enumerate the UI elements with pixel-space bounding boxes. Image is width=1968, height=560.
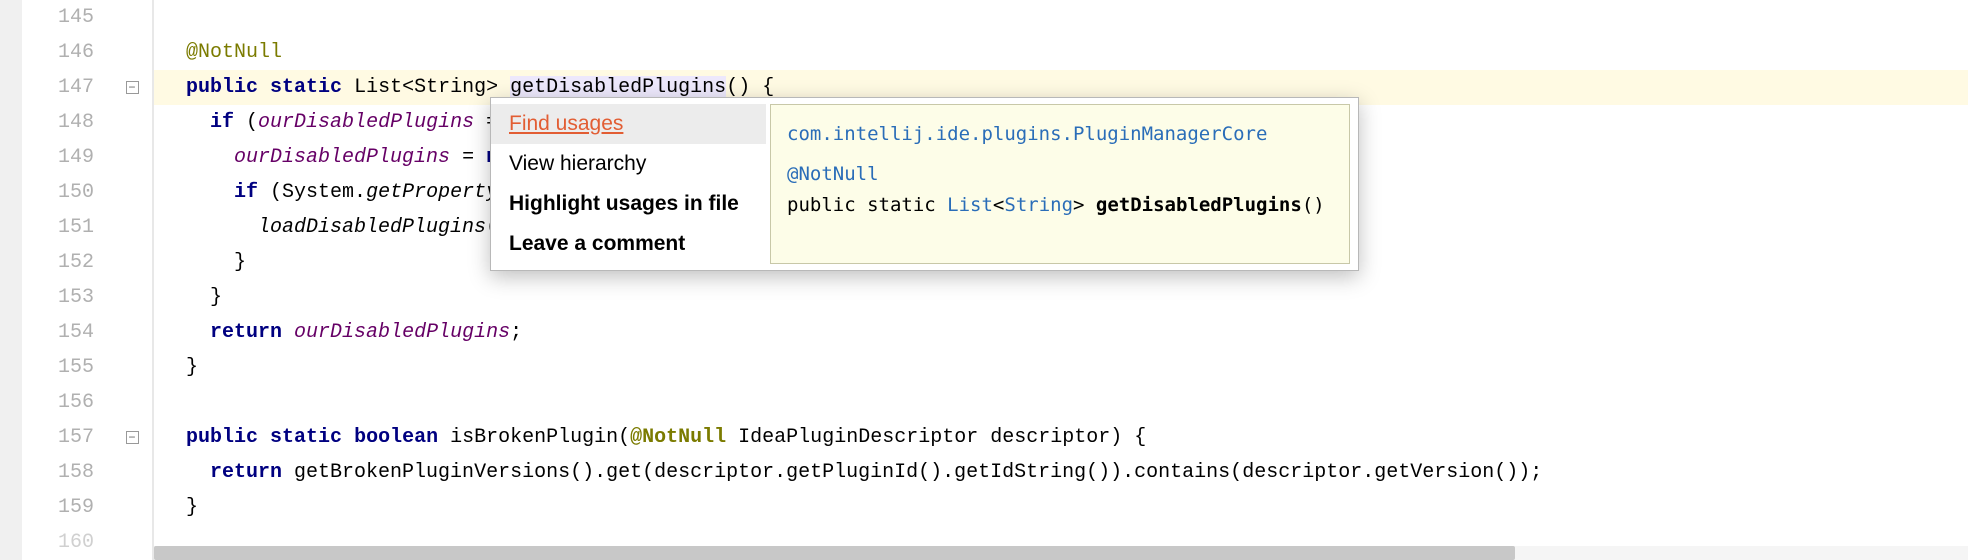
code-line[interactable]: } [154, 350, 1968, 385]
doc-annotation: @NotNull [787, 163, 879, 185]
line-number[interactable]: 158 [22, 455, 102, 490]
menu-item-find-usages[interactable]: Find usages [491, 104, 766, 144]
popup-menu: Find usages View hierarchy Highlight usa… [491, 98, 766, 270]
menu-item-view-hierarchy[interactable]: View hierarchy [491, 144, 766, 184]
fold-toggle-icon[interactable]: − [126, 81, 139, 94]
scrollbar-thumb[interactable] [154, 546, 1515, 560]
code-line[interactable]: @NotNull [154, 35, 1968, 70]
margin-strip [0, 0, 22, 560]
line-number[interactable]: 155 [22, 350, 102, 385]
code-line[interactable]: return getBrokenPluginVersions().get(des… [154, 455, 1968, 490]
horizontal-scrollbar[interactable] [154, 546, 1968, 560]
line-number[interactable]: 151 [22, 210, 102, 245]
code-editor: 145 146 147 148 149 150 151 152 153 154 … [0, 0, 1968, 560]
code-line[interactable]: } [154, 490, 1968, 525]
fold-gutter: − − [112, 0, 154, 560]
quick-action-popup: Find usages View hierarchy Highlight usa… [490, 97, 1359, 271]
doc-fqcn[interactable]: com.intellij.ide.plugins.PluginManagerCo… [787, 123, 1267, 145]
line-number[interactable]: 154 [22, 315, 102, 350]
code-line[interactable] [154, 0, 1968, 35]
line-number[interactable]: 152 [22, 245, 102, 280]
code-area[interactable]: @NotNull public static List<String> getD… [154, 0, 1968, 560]
line-number[interactable]: 159 [22, 490, 102, 525]
line-number[interactable]: 150 [22, 175, 102, 210]
line-number[interactable]: 147 [22, 70, 102, 105]
code-line[interactable]: public static boolean isBrokenPlugin(@No… [154, 420, 1968, 455]
menu-item-highlight-usages[interactable]: Highlight usages in file [491, 184, 766, 224]
line-number[interactable]: 149 [22, 140, 102, 175]
quick-doc-panel: com.intellij.ide.plugins.PluginManagerCo… [770, 104, 1350, 264]
identifier-highlight[interactable]: getDisabledPlugins [510, 76, 726, 99]
line-number[interactable]: 160 [22, 525, 102, 560]
line-number[interactable]: 153 [22, 280, 102, 315]
code-line[interactable]: return ourDisabledPlugins; [154, 315, 1968, 350]
code-line[interactable] [154, 385, 1968, 420]
doc-signature: public static List<String> getDisabledPl… [787, 190, 1333, 220]
line-number[interactable]: 145 [22, 0, 102, 35]
fold-toggle-icon[interactable]: − [126, 431, 139, 444]
line-number[interactable]: 157 [22, 420, 102, 455]
line-number[interactable]: 156 [22, 385, 102, 420]
line-number[interactable]: 148 [22, 105, 102, 140]
line-number-gutter: 145 146 147 148 149 150 151 152 153 154 … [22, 0, 112, 560]
menu-item-leave-comment[interactable]: Leave a comment [491, 224, 766, 264]
line-number[interactable]: 146 [22, 35, 102, 70]
code-line[interactable]: } [154, 280, 1968, 315]
